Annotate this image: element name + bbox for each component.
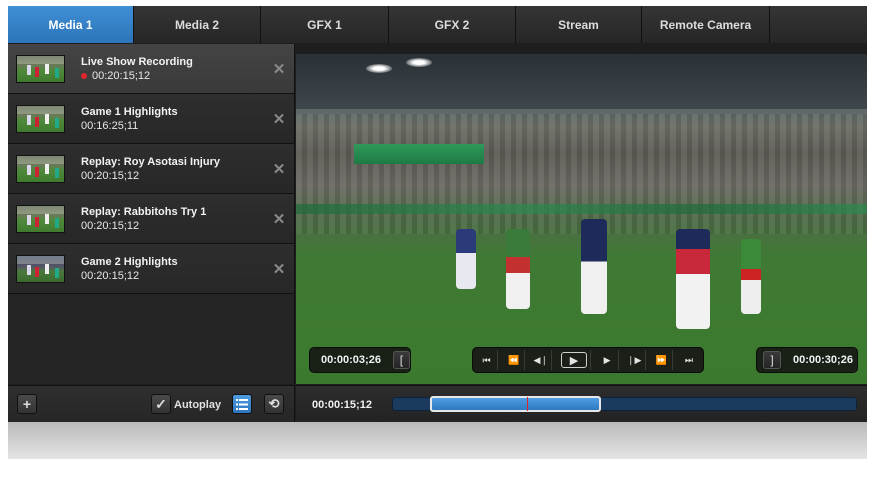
go-to-start-button[interactable]: ⏮ (476, 350, 498, 370)
rewind-button[interactable]: ⏪ (503, 350, 526, 370)
recording-dot-icon (81, 72, 87, 79)
current-timecode: 00:00:15;12 (312, 399, 372, 411)
in-point-box: 00:00:03;26 [ (309, 347, 411, 373)
set-out-point-button[interactable]: ] (763, 351, 781, 369)
clip-duration: 00:20:15;12 (81, 169, 140, 182)
remove-clip-icon[interactable]: ✕ (264, 160, 294, 178)
add-clip-button[interactable]: + (17, 394, 37, 414)
playlist-item[interactable]: Replay: Roy Asotasi Injury 00:20:15;12 ✕ (8, 144, 294, 194)
timeline-track[interactable] (392, 396, 857, 412)
reflection (8, 422, 867, 482)
play-button[interactable]: ▶ (557, 350, 592, 370)
remove-clip-icon[interactable]: ✕ (264, 210, 294, 228)
fast-forward-button[interactable]: ⏩ (651, 350, 673, 370)
transport-controls: ⏮ ⏪ ◀❘ ▶ ▶ ❘▶ ⏩ ⏭ (472, 347, 704, 373)
tab-remote-camera[interactable]: Remote Camera (642, 6, 770, 43)
clip-title: Replay: Roy Asotasi Injury (81, 155, 220, 168)
tab-gfx-2[interactable]: GFX 2 (389, 6, 516, 43)
timeline-bar: 00:00:15;12 (296, 385, 867, 422)
clip-duration: 00:20:15;12 (81, 219, 140, 232)
step-forward-button[interactable]: ❘▶ (624, 350, 646, 370)
clip-duration: 00:20:15;12 (81, 269, 140, 282)
playlist-item[interactable]: Game 1 Highlights 00:16:25;11 ✕ (8, 94, 294, 144)
autoplay-checkbox[interactable]: ✓ (151, 394, 171, 414)
clip-thumbnail (16, 204, 65, 233)
clip-title: Live Show Recording (81, 55, 193, 68)
clip-duration: 00:20:15;12 (92, 69, 151, 82)
clip-title: Game 2 Highlights (81, 255, 178, 268)
tab-stream[interactable]: Stream (516, 6, 642, 43)
playlist-item[interactable]: Replay: Rabbitohs Try 1 00:20:15;12 ✕ (8, 194, 294, 244)
playlist-item[interactable]: Live Show Recording 00:20:15;12 ✕ (8, 44, 294, 94)
set-in-point-button[interactable]: [ (392, 351, 410, 369)
remove-clip-icon[interactable]: ✕ (264, 260, 294, 278)
clip-duration: 00:16:25;11 (81, 119, 139, 132)
playlist: Live Show Recording 00:20:15;12 ✕ Game 1… (8, 44, 295, 384)
remove-clip-icon[interactable]: ✕ (264, 110, 294, 128)
clip-thumbnail (16, 254, 65, 283)
in-point-timecode: 00:00:03;26 (321, 354, 381, 366)
loop-button[interactable]: ⟲ (264, 394, 284, 414)
go-to-end-button[interactable]: ⏭ (678, 350, 700, 370)
playlist-item[interactable]: Game 2 Highlights 00:20:15;12 ✕ (8, 244, 294, 294)
playhead[interactable] (527, 397, 529, 411)
clip-title: Game 1 Highlights (81, 105, 178, 118)
list-icon (236, 398, 248, 410)
video-frame (296, 54, 867, 384)
playlist-toolbar: + ✓ Autoplay ⟲ (8, 385, 295, 422)
video-viewer[interactable]: 00:00:03;26 [ ⏮ ⏪ ◀❘ ▶ ▶ ❘▶ ⏩ ⏭ ] 00:00:… (296, 54, 867, 384)
out-point-box: ] 00:00:30;26 (756, 347, 858, 373)
tab-bar: Media 1 Media 2 GFX 1 GFX 2 Stream Remot… (8, 6, 867, 43)
step-back-button[interactable]: ◀❘ (530, 350, 553, 370)
play-forward-button[interactable]: ▶ (597, 350, 619, 370)
clip-thumbnail (16, 154, 65, 183)
selection-range[interactable] (430, 396, 602, 412)
clip-thumbnail (16, 104, 65, 133)
tab-media-1[interactable]: Media 1 (8, 6, 134, 43)
media-player-window: Media 1 Media 2 GFX 1 GFX 2 Stream Remot… (8, 6, 867, 422)
tab-gfx-1[interactable]: GFX 1 (261, 6, 389, 43)
remove-clip-icon[interactable]: ✕ (264, 60, 294, 78)
clip-thumbnail (16, 54, 65, 83)
autoplay-label: Autoplay (174, 399, 222, 411)
list-view-button[interactable] (232, 394, 252, 414)
out-point-timecode: 00:00:30;26 (793, 354, 853, 366)
tab-media-2[interactable]: Media 2 (134, 6, 261, 43)
play-icon: ▶ (560, 352, 587, 368)
clip-title: Replay: Rabbitohs Try 1 (81, 205, 207, 218)
tab-empty (770, 6, 867, 43)
